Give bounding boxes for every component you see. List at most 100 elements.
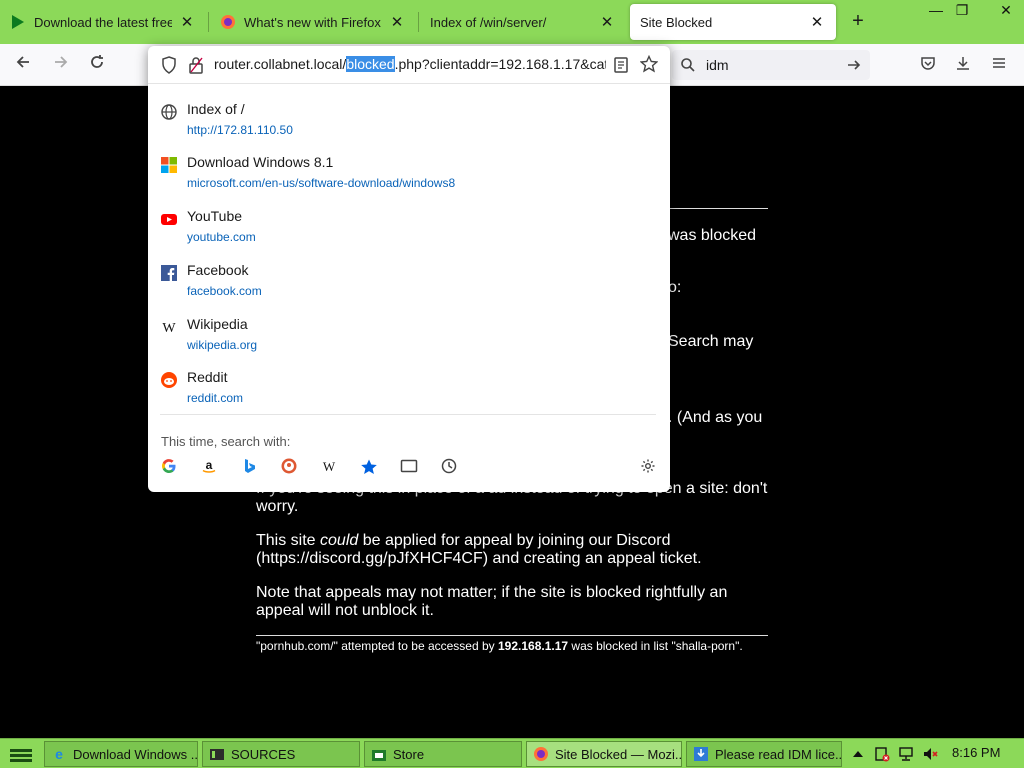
- url-text: .php?clientaddr=192.168.1.17&cat: [394, 56, 606, 72]
- start-icon: [10, 749, 32, 762]
- page-text-fragment: o:: [668, 279, 682, 296]
- bookmarks-icon: [361, 459, 377, 474]
- suggestion-row[interactable]: W Wikipedia wikipedia.org: [148, 310, 670, 364]
- shield-icon[interactable]: [161, 56, 177, 74]
- suggestion-title: Index of /: [187, 101, 245, 117]
- action-center-icon[interactable]: [874, 746, 890, 762]
- menu-button[interactable]: [986, 52, 1012, 78]
- globe-icon: [161, 104, 177, 120]
- tabs-engine-button[interactable]: [398, 458, 420, 480]
- suggestion-url: wikipedia.org: [187, 338, 258, 352]
- taskbar: e Download Windows ... SOURCES Store Sit…: [0, 738, 1024, 768]
- taskbar-item-store[interactable]: Store: [364, 741, 522, 767]
- block-details: "pornhub.com/" attempted to be accessed …: [256, 637, 768, 655]
- suggestion-row[interactable]: YouTube youtube.com: [148, 202, 670, 256]
- close-window-button[interactable]: ✕: [988, 0, 1024, 22]
- start-button[interactable]: [6, 743, 36, 765]
- url-selection: blocked: [346, 56, 395, 72]
- search-settings-button[interactable]: [637, 458, 659, 480]
- downloads-button[interactable]: [950, 52, 976, 78]
- restore-button[interactable]: ❐: [946, 0, 978, 22]
- wikipedia-engine-button[interactable]: W: [318, 458, 340, 480]
- pocket-button[interactable]: [915, 52, 941, 78]
- ie-icon: e: [55, 746, 63, 762]
- note-paragraph: Note that appeals may not matter; if the…: [256, 584, 728, 619]
- suggestion-row[interactable]: Index of / http://172.81.110.50: [148, 95, 670, 149]
- bing-engine-button[interactable]: [238, 458, 260, 480]
- search-box[interactable]: idm: [672, 50, 870, 80]
- history-engine-button[interactable]: [438, 458, 460, 480]
- tab-site-blocked[interactable]: Site Blocked ✕: [630, 4, 836, 40]
- bookmarks-engine-button[interactable]: [358, 458, 380, 480]
- suggestion-url: youtube.com: [187, 230, 256, 244]
- suggestion-url: reddit.com: [187, 391, 244, 405]
- suggestion-title: YouTube: [187, 208, 243, 224]
- download-arrow-icon: [12, 15, 24, 29]
- url-bar[interactable]: router.collabnet.local/blocked.php?clien…: [148, 46, 670, 84]
- taskbar-item-sources[interactable]: SOURCES: [202, 741, 360, 767]
- forward-arrow-icon: [55, 56, 68, 68]
- back-arrow-icon: [16, 56, 29, 68]
- close-icon[interactable]: ✕: [388, 13, 406, 31]
- close-icon[interactable]: ✕: [598, 13, 616, 31]
- back-button[interactable]: [10, 52, 36, 78]
- reload-button[interactable]: [84, 52, 110, 78]
- close-icon[interactable]: ✕: [808, 13, 826, 31]
- forward-button[interactable]: [48, 52, 74, 78]
- divider: [160, 414, 656, 415]
- tab-download-trial[interactable]: Download the latest free trial ✕: [0, 4, 206, 40]
- suggestion-url: facebook.com: [187, 284, 262, 298]
- wikipedia-icon: W: [323, 459, 336, 474]
- duckduckgo-icon: [281, 458, 297, 474]
- search-with-label: This time, search with:: [161, 434, 291, 449]
- url-input[interactable]: router.collabnet.local/blocked.php?clien…: [214, 56, 606, 72]
- page-text-fragment: was blocked: [668, 227, 757, 244]
- star-icon[interactable]: [640, 55, 658, 73]
- client-ip: 192.168.1.17: [498, 639, 569, 653]
- taskbar-label: Store: [393, 746, 425, 762]
- taskbar-item-idm[interactable]: Please read IDM lice...: [686, 741, 842, 767]
- taskbar-item-ie[interactable]: e Download Windows ...: [44, 741, 198, 767]
- suggestion-title: Facebook: [187, 262, 249, 278]
- new-tab-button[interactable]: +: [846, 10, 870, 34]
- volume-muted-icon[interactable]: [922, 746, 938, 762]
- youtube-icon: [161, 214, 177, 225]
- suggestion-row[interactable]: Facebook facebook.com: [148, 256, 670, 310]
- tray-expand-icon[interactable]: [852, 748, 864, 760]
- svg-text:W: W: [162, 321, 176, 336]
- amazon-icon: a: [202, 458, 216, 473]
- tab-title: What's new with Firefox - Mo: [244, 14, 382, 30]
- suggestion-row[interactable]: Reddit reddit.com: [148, 363, 670, 417]
- hamburger-menu-icon: [993, 58, 1005, 68]
- svg-text:a: a: [206, 458, 213, 472]
- duckduckgo-engine-button[interactable]: [278, 458, 300, 480]
- taskbar-label: Please read IDM lice...: [715, 746, 842, 762]
- microsoft-icon: [161, 157, 177, 173]
- appeal-text: This site: [256, 532, 321, 549]
- go-arrow-icon[interactable]: [846, 57, 862, 73]
- tab-index-win-server[interactable]: Index of /win/server/ ✕: [420, 4, 626, 40]
- search-input[interactable]: idm: [706, 57, 846, 73]
- folder-icon: [210, 749, 224, 760]
- google-engine-button[interactable]: [158, 458, 180, 480]
- reddit-icon: [161, 372, 177, 388]
- taskbar-item-firefox[interactable]: Site Blocked — Mozi...: [526, 741, 682, 767]
- close-icon[interactable]: ✕: [178, 13, 196, 31]
- block-details-text: "pornhub.com/" attempted to be accessed …: [256, 639, 498, 653]
- firefox-icon: [534, 747, 548, 761]
- lock-icon[interactable]: [188, 56, 204, 74]
- suggestion-url: microsoft.com/en-us/software-download/wi…: [187, 176, 456, 190]
- tab-firefox-whats-new[interactable]: What's new with Firefox - Mo ✕: [210, 4, 416, 40]
- settings-icon: [641, 459, 655, 473]
- tab-title: Index of /win/server/: [430, 14, 547, 30]
- amazon-engine-button[interactable]: a: [198, 458, 220, 480]
- tab-title: Site Blocked: [640, 14, 713, 30]
- url-text: router.collabnet.local/: [214, 56, 347, 72]
- network-icon[interactable]: [898, 746, 914, 762]
- tab-title: Download the latest free trial: [34, 14, 172, 30]
- download-icon: [957, 57, 969, 70]
- appeal-paragraph: This site could be applied for appeal by…: [256, 532, 768, 568]
- suggestion-row[interactable]: Download Windows 8.1 microsoft.com/en-us…: [148, 148, 670, 202]
- reader-view-icon[interactable]: [613, 56, 629, 74]
- suggestion-title: Wikipedia: [187, 316, 248, 332]
